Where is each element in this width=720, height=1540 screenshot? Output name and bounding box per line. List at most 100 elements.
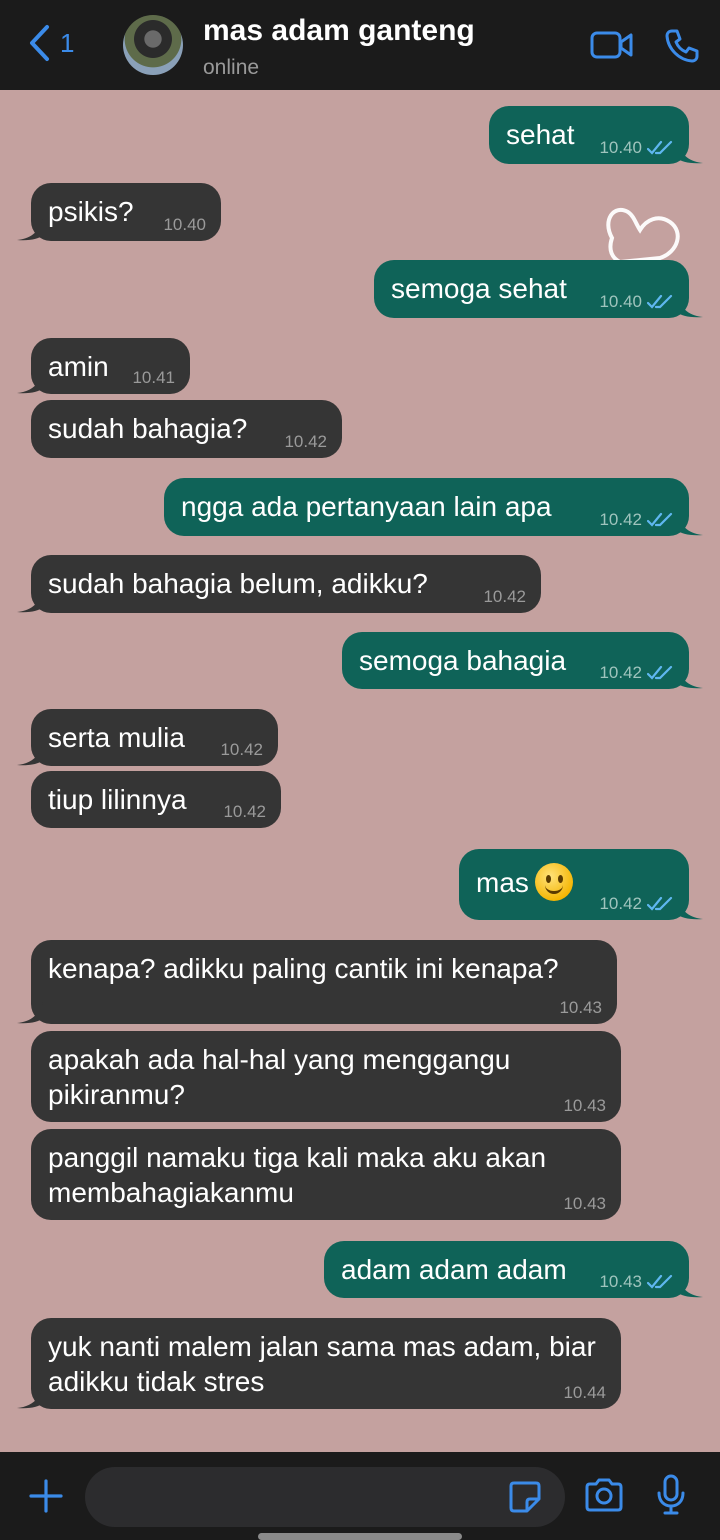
incoming-message[interactable]: yuk nanti malem jalan sama mas adam, bia… bbox=[17, 1318, 621, 1409]
message-time: 10.41 bbox=[132, 368, 175, 388]
bubble-tail bbox=[17, 1002, 43, 1024]
composer-bar bbox=[0, 1452, 720, 1540]
voice-call-button[interactable] bbox=[664, 28, 700, 69]
time-label: 10.42 bbox=[223, 802, 266, 821]
contact-status: online bbox=[203, 56, 260, 79]
attach-button[interactable] bbox=[28, 1478, 64, 1519]
message-time: 10.42 bbox=[223, 802, 266, 822]
message-time: 10.42 bbox=[599, 663, 673, 683]
message-text: mas bbox=[476, 867, 529, 898]
message-time: 10.43 bbox=[599, 1272, 673, 1292]
time-label: 10.43 bbox=[563, 1096, 606, 1115]
microphone-button[interactable] bbox=[656, 1474, 686, 1521]
time-label: 10.42 bbox=[599, 894, 642, 913]
outgoing-message[interactable]: sehat 10.40 bbox=[489, 106, 703, 164]
phone-icon bbox=[665, 29, 699, 63]
time-label: 10.40 bbox=[599, 138, 642, 157]
message-text: ngga ada pertanyaan lain apa bbox=[181, 491, 552, 522]
message-text: panggil namaku tiga kali maka aku akan m… bbox=[48, 1142, 547, 1208]
message-text: yuk nanti malem jalan sama mas adam, bia… bbox=[48, 1331, 596, 1397]
chevron-left-icon bbox=[30, 25, 49, 61]
message-text: serta mulia bbox=[48, 722, 185, 753]
time-label: 10.44 bbox=[563, 1383, 606, 1402]
incoming-message[interactable]: sudah bahagia? 10.42 bbox=[31, 400, 342, 458]
message-time: 10.43 bbox=[563, 1096, 606, 1116]
double-check-icon bbox=[647, 665, 673, 680]
sticker-icon bbox=[509, 1481, 541, 1513]
time-label: 10.42 bbox=[483, 587, 526, 606]
message-input[interactable] bbox=[85, 1467, 565, 1527]
outgoing-message[interactable]: semoga sehat 10.40 bbox=[374, 260, 703, 318]
sticker-button[interactable] bbox=[508, 1480, 542, 1519]
message-time: 10.43 bbox=[563, 1194, 606, 1214]
message-time: 10.44 bbox=[563, 1383, 606, 1403]
bubble-tail bbox=[17, 744, 43, 766]
message-time: 10.42 bbox=[599, 894, 673, 914]
double-check-icon bbox=[647, 140, 673, 155]
time-label: 10.40 bbox=[599, 292, 642, 311]
home-indicator[interactable] bbox=[258, 1533, 462, 1540]
camera-icon bbox=[585, 1478, 623, 1512]
outgoing-message[interactable]: adam adam adam 10.43 bbox=[324, 1241, 703, 1298]
incoming-message[interactable]: sudah bahagia belum, adikku? 10.42 bbox=[17, 555, 541, 613]
message-text: semoga bahagia bbox=[359, 645, 567, 676]
contact-name[interactable]: mas adam ganteng bbox=[203, 14, 475, 48]
bubble-tail bbox=[677, 296, 703, 318]
double-check-icon bbox=[647, 512, 673, 527]
message-text: tiup lilinnya bbox=[48, 784, 187, 815]
message-time: 10.42 bbox=[599, 510, 673, 530]
microphone-icon bbox=[657, 1474, 685, 1515]
time-label: 10.42 bbox=[599, 663, 642, 682]
time-label: 10.40 bbox=[163, 215, 206, 234]
avatar[interactable] bbox=[123, 15, 183, 75]
message-time: 10.42 bbox=[483, 587, 526, 607]
video-camera-icon bbox=[590, 31, 633, 59]
double-check-icon bbox=[647, 294, 673, 309]
incoming-message[interactable]: tiup lilinnya 10.42 bbox=[31, 771, 281, 828]
message-time: 10.40 bbox=[599, 292, 673, 312]
bubble-tail bbox=[677, 898, 703, 920]
incoming-message[interactable]: kenapa? adikku paling cantik ini kenapa?… bbox=[17, 940, 617, 1024]
outgoing-message[interactable]: ngga ada pertanyaan lain apa 10.42 bbox=[164, 478, 703, 536]
time-label: 10.43 bbox=[563, 1194, 606, 1213]
bubble-tail bbox=[17, 1387, 43, 1409]
unread-count: 1 bbox=[60, 27, 75, 58]
message-time: 10.40 bbox=[599, 138, 673, 158]
message-text: apakah ada hal-hal yang menggangu pikira… bbox=[48, 1044, 511, 1110]
bubble-tail bbox=[677, 667, 703, 689]
outgoing-message[interactable]: mas 10.42 bbox=[459, 849, 703, 920]
message-text: kenapa? adikku paling cantik ini kenapa? bbox=[48, 953, 559, 984]
message-text: adam adam adam bbox=[341, 1254, 567, 1285]
bubble-tail bbox=[677, 1276, 703, 1298]
bubble-tail bbox=[17, 372, 43, 394]
double-check-icon bbox=[647, 1274, 673, 1289]
incoming-message[interactable]: apakah ada hal-hal yang menggangu pikira… bbox=[31, 1031, 621, 1122]
incoming-message[interactable]: panggil namaku tiga kali maka aku akan m… bbox=[31, 1129, 621, 1220]
message-text: sudah bahagia? bbox=[48, 413, 248, 444]
time-label: 10.42 bbox=[284, 432, 327, 451]
chat-header: 1 mas adam ganteng online bbox=[0, 0, 720, 90]
time-label: 10.43 bbox=[559, 998, 602, 1017]
bubble-tail bbox=[17, 591, 43, 613]
camera-button[interactable] bbox=[583, 1477, 625, 1518]
message-text: psikis? bbox=[48, 196, 134, 227]
double-check-icon bbox=[647, 896, 673, 911]
message-time: 10.40 bbox=[163, 215, 206, 235]
message-text: sehat bbox=[506, 119, 575, 150]
message-time: 10.42 bbox=[284, 432, 327, 452]
incoming-message[interactable]: serta mulia 10.42 bbox=[17, 709, 278, 766]
incoming-message[interactable]: psikis? 10.40 bbox=[17, 183, 221, 241]
time-label: 10.42 bbox=[599, 510, 642, 529]
bubble-tail bbox=[677, 142, 703, 164]
incoming-message[interactable]: amin 10.41 bbox=[17, 338, 190, 394]
back-button[interactable]: 1 bbox=[28, 24, 74, 62]
time-label: 10.41 bbox=[132, 368, 175, 387]
plus-icon bbox=[29, 1479, 63, 1513]
message-time: 10.42 bbox=[220, 740, 263, 760]
outgoing-message[interactable]: semoga bahagia 10.42 bbox=[342, 632, 703, 689]
bubble-tail bbox=[17, 219, 43, 241]
video-call-button[interactable] bbox=[590, 30, 634, 65]
slightly-smiling-face-icon bbox=[534, 862, 573, 901]
message-time: 10.43 bbox=[559, 998, 602, 1018]
message-text: sudah bahagia belum, adikku? bbox=[48, 568, 428, 599]
